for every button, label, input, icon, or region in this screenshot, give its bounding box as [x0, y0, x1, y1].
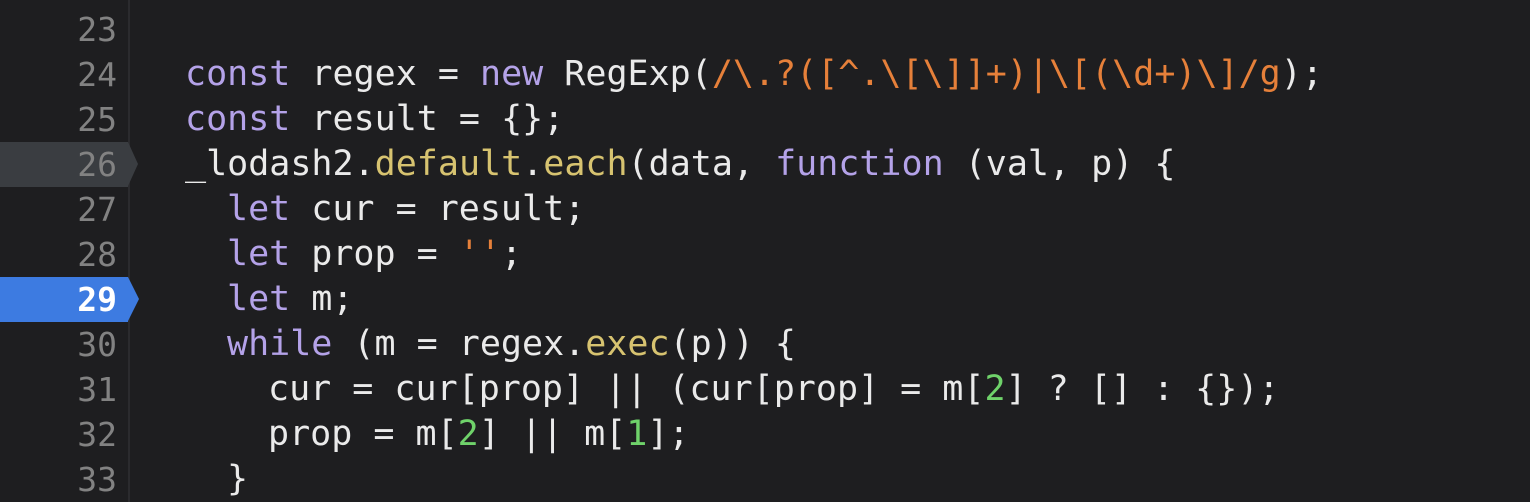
code-text: ] || m[ — [478, 414, 627, 454]
line-number: 33 — [77, 460, 117, 499]
gutter-line-27[interactable]: 27 — [0, 187, 128, 232]
line-number: 26 — [77, 145, 117, 184]
gutter-line-24[interactable]: 24 — [0, 52, 128, 97]
line-number: 27 — [77, 190, 117, 229]
line-number-gutter[interactable]: 23 24 25 26 27 28 29 30 31 32 33 — [0, 0, 139, 502]
line-number: 29 — [77, 280, 117, 319]
code-text: (m = regex. — [332, 324, 586, 364]
breakpoint-hover-marker[interactable]: 26 — [0, 142, 138, 187]
code-text: ; — [500, 234, 523, 274]
keyword: let — [227, 189, 291, 229]
line-number: 28 — [77, 235, 117, 274]
code-line-25: const result = {}; — [130, 97, 1530, 142]
line-number: 23 — [77, 10, 117, 49]
property-name: default — [374, 144, 523, 184]
gutter-line-25[interactable]: 25 — [0, 97, 128, 142]
keyword: new — [480, 54, 544, 94]
breakpoint-active-marker[interactable]: 29 — [0, 277, 139, 322]
code-line-24: const regex = new RegExp(/\.?([^.\[\]]+)… — [130, 52, 1530, 97]
code-text: (data, — [627, 144, 776, 184]
code-text: (p)) { — [669, 324, 796, 364]
gutter-line-31[interactable]: 31 — [0, 367, 128, 412]
code-text: } — [227, 459, 249, 499]
code-line-26: _lodash2.default.each(data, function (va… — [130, 142, 1530, 187]
keyword: const — [185, 99, 291, 139]
code-text: ); — [1280, 54, 1323, 94]
regex-literal: /\.?([^.\[\]]+)|\[(\d+)\]/g — [711, 54, 1281, 94]
line-number: 25 — [77, 100, 117, 139]
number-literal: 2 — [984, 369, 1006, 409]
code-line-27: let cur = result; — [130, 187, 1530, 232]
code-text: _lodash2. — [185, 144, 375, 184]
line-number: 31 — [77, 370, 117, 409]
keyword: function — [775, 144, 944, 184]
code-text: (val, p) { — [943, 144, 1176, 184]
code-line-33: } — [130, 457, 1530, 502]
method-name: each — [543, 144, 628, 184]
code-text: cur = result; — [290, 189, 586, 229]
code-editor[interactable]: 23 24 25 26 27 28 29 30 31 32 33 const r… — [0, 0, 1530, 502]
string-literal: '' — [458, 234, 501, 274]
code-text-area[interactable]: const regex = new RegExp(/\.?([^.\[\]]+)… — [130, 0, 1530, 502]
code-line-32: prop = m[2] || m[1]; — [130, 412, 1530, 457]
method-name: exec — [585, 324, 670, 364]
line-number: 30 — [77, 325, 117, 364]
code-text: prop = — [290, 234, 459, 274]
number-literal: 1 — [626, 414, 648, 454]
keyword: const — [185, 54, 291, 94]
keyword: let — [227, 279, 291, 319]
code-text: ] ? [] : {}); — [1005, 369, 1280, 409]
gutter-line-32[interactable]: 32 — [0, 412, 128, 457]
line-number: 32 — [77, 415, 117, 454]
code-text: cur = cur[prop] || (cur[prop] = m[ — [268, 369, 985, 409]
gutter-line-23[interactable]: 23 — [0, 7, 128, 52]
code-text: regex = — [290, 54, 481, 94]
code-text: prop = m[ — [268, 414, 458, 454]
keyword: let — [227, 234, 291, 274]
gutter-line-33[interactable]: 33 — [0, 457, 128, 502]
line-number: 24 — [77, 55, 117, 94]
code-line-31: cur = cur[prop] || (cur[prop] = m[2] ? [… — [130, 367, 1530, 412]
code-line-28: let prop = ''; — [130, 232, 1530, 277]
keyword: while — [227, 324, 333, 364]
number-literal: 2 — [457, 414, 479, 454]
code-line-30: while (m = regex.exec(p)) { — [130, 322, 1530, 367]
code-text: RegExp( — [543, 54, 712, 94]
code-text: . — [522, 144, 544, 184]
code-text: ]; — [647, 414, 690, 454]
code-line-29: let m; — [130, 277, 1530, 322]
code-text: m; — [290, 279, 354, 319]
code-text: result = {}; — [290, 99, 565, 139]
gutter-line-28[interactable]: 28 — [0, 232, 128, 277]
gutter-line-30[interactable]: 30 — [0, 322, 128, 367]
